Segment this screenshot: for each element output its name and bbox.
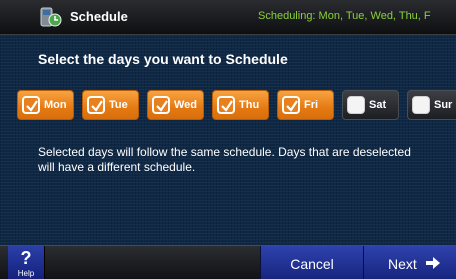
cancel-label: Cancel	[290, 256, 334, 272]
day-label: Tue	[109, 99, 128, 111]
cancel-button[interactable]: Cancel	[260, 246, 364, 279]
day-label: Wed	[174, 99, 198, 111]
next-label: Next	[388, 256, 417, 272]
next-button[interactable]: Next	[364, 246, 456, 279]
day-toggle-sun[interactable]: Sur	[407, 90, 456, 120]
day-label: Thu	[239, 99, 260, 111]
day-toggle-thu[interactable]: Thu	[212, 90, 269, 120]
checkbox-icon	[217, 96, 235, 114]
schedule-screen: Schedule Scheduling: Mon, Tue, Wed, Thu,…	[0, 0, 456, 279]
day-toggle-wed[interactable]: Wed	[147, 90, 204, 120]
select-days-heading: Select the days you want to Schedule	[38, 51, 288, 67]
checkbox-icon	[347, 96, 365, 114]
day-label: Sat	[369, 99, 387, 111]
help-label: Help	[17, 269, 35, 278]
checkbox-icon	[22, 96, 40, 114]
scheduling-status: Scheduling: Mon, Tue, Wed, Thu, F	[258, 10, 431, 22]
right-arrow-icon	[426, 257, 440, 269]
checkbox-icon	[412, 96, 430, 114]
day-label: Mon	[44, 99, 67, 111]
help-icon: ?	[20, 248, 32, 268]
day-toggle-tue[interactable]: Tue	[82, 90, 139, 120]
thermostat-schedule-icon	[40, 7, 62, 27]
checkbox-icon	[282, 96, 300, 114]
page-title: Schedule	[70, 9, 128, 24]
checkbox-icon	[87, 96, 105, 114]
footer-bar: ? Help Cancel Next	[0, 245, 456, 279]
header-bar: Schedule Scheduling: Mon, Tue, Wed, Thu,…	[0, 0, 456, 35]
day-toggle-fri[interactable]: Fri	[277, 90, 334, 120]
checkbox-icon	[152, 96, 170, 114]
day-toggle-mon[interactable]: Mon	[17, 90, 74, 120]
schedule-info-text: Selected days will follow the same sched…	[38, 145, 411, 174]
help-button[interactable]: ? Help	[8, 246, 45, 279]
day-label: Sur	[434, 99, 453, 111]
day-toggle-sat[interactable]: Sat	[342, 90, 399, 120]
day-label: Fri	[304, 99, 319, 111]
